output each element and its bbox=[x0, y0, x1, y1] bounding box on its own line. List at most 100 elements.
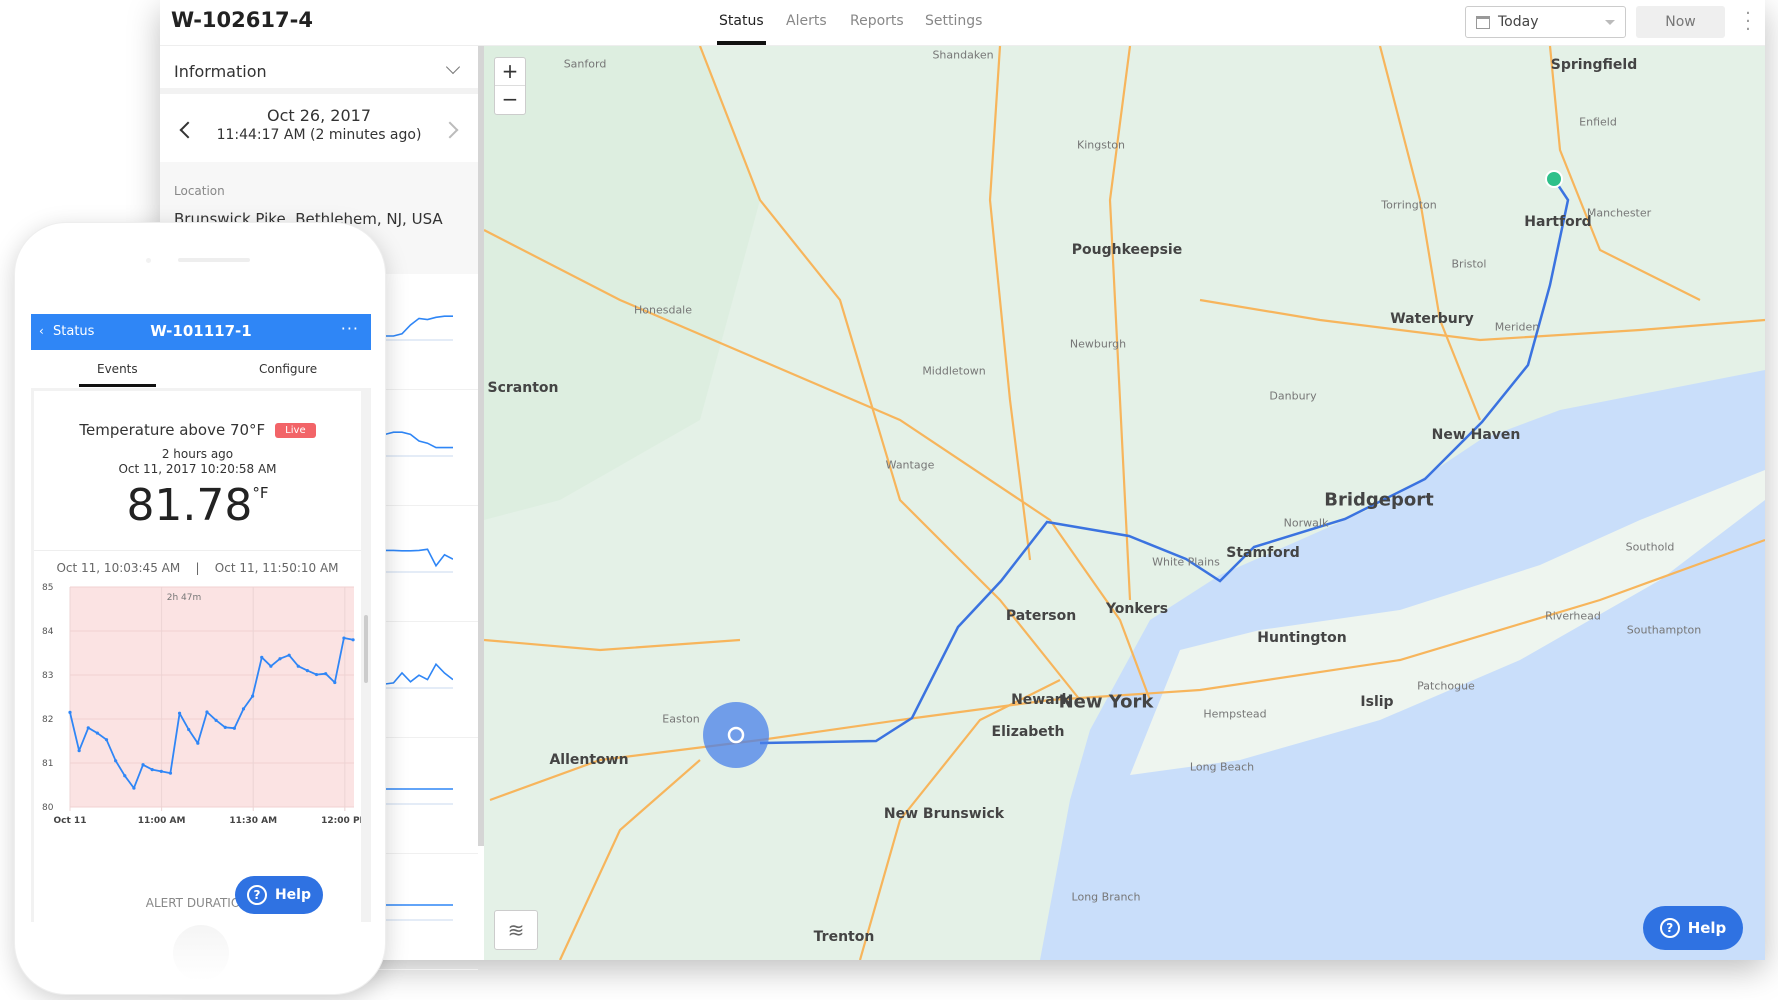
alert-duration-label: ALERT DURATION bbox=[145, 896, 250, 910]
city-label: Riverhead bbox=[1545, 609, 1601, 623]
map-help-button[interactable]: ? Help bbox=[1643, 906, 1743, 950]
data-point bbox=[287, 653, 291, 657]
section-title: Information bbox=[174, 62, 267, 81]
data-point bbox=[223, 725, 227, 729]
phone-mockup: ‹ Status W-101117-1 ··· Events Configure… bbox=[14, 222, 386, 995]
live-badge: Live bbox=[275, 423, 316, 438]
tab-alerts[interactable]: Alerts bbox=[786, 13, 827, 29]
city-label: Newburgh bbox=[1069, 337, 1127, 351]
tab-configure[interactable]: Configure bbox=[259, 362, 317, 376]
city-label: New York bbox=[1058, 691, 1154, 713]
sparkline-series bbox=[385, 662, 453, 685]
alert-shaded-region bbox=[70, 587, 354, 807]
forest-area bbox=[484, 46, 760, 520]
layers-button[interactable]: ≋ bbox=[494, 910, 538, 950]
phone-tabs: Events Configure bbox=[31, 350, 371, 388]
phone-device-title: W-101117-1 bbox=[150, 322, 252, 340]
data-point bbox=[86, 726, 90, 730]
temperature-value: 81.78 bbox=[126, 480, 253, 531]
y-tick-label: 83 bbox=[42, 671, 53, 681]
city-label: Springfield bbox=[1550, 57, 1638, 73]
current-date: Oct 26, 2017 bbox=[267, 106, 371, 125]
data-point bbox=[95, 731, 99, 735]
date-range-dropdown[interactable]: Today bbox=[1465, 6, 1626, 38]
tab-settings[interactable]: Settings bbox=[925, 13, 982, 29]
data-point bbox=[150, 768, 154, 772]
city-label: Easton bbox=[662, 712, 700, 726]
device-title: W-102617-4 bbox=[171, 8, 313, 32]
more-options-icon[interactable]: · · · bbox=[1743, 5, 1753, 39]
x-tick-label: 12:00 PM bbox=[321, 816, 361, 826]
start-location-marker bbox=[1545, 170, 1563, 188]
sparkline-series bbox=[385, 548, 453, 568]
range-end: Oct 11, 11:50:10 AM bbox=[214, 561, 339, 575]
city-label: Southold bbox=[1625, 540, 1675, 554]
help-label: Help bbox=[274, 887, 312, 903]
data-point bbox=[123, 774, 127, 778]
zoom-out-button[interactable]: − bbox=[495, 86, 525, 114]
temperature-unit: °F bbox=[252, 484, 269, 502]
x-tick-label: Oct 11 bbox=[54, 816, 87, 826]
zoom-control: + − bbox=[494, 57, 526, 115]
data-point bbox=[168, 771, 173, 775]
sparkline bbox=[385, 904, 453, 921]
tab-reports[interactable]: Reports bbox=[850, 13, 904, 29]
city-label: Wantage bbox=[885, 458, 935, 472]
current-time: 11:44:17 AM (2 minutes ago) bbox=[216, 127, 422, 143]
city-label: New Brunswick bbox=[883, 806, 1005, 822]
city-label: Islip bbox=[1360, 694, 1394, 710]
data-point bbox=[205, 710, 209, 714]
road bbox=[484, 638, 741, 652]
city-label: Middletown bbox=[922, 364, 986, 378]
date-navigator: Oct 26, 2017 11:44:17 AM (2 minutes ago) bbox=[160, 94, 478, 162]
map-canvas bbox=[484, 46, 1765, 960]
home-button[interactable] bbox=[173, 925, 229, 981]
phone-speaker bbox=[178, 258, 250, 262]
information-section-toggle[interactable]: Information bbox=[160, 46, 478, 94]
phone-scrollbar[interactable] bbox=[364, 615, 368, 683]
question-icon: ? bbox=[246, 885, 267, 905]
city-label: Sanford bbox=[563, 57, 607, 71]
data-point bbox=[114, 759, 118, 763]
city-label: White Plains bbox=[1152, 555, 1220, 569]
now-button[interactable]: Now bbox=[1636, 6, 1725, 38]
city-label: Patchogue bbox=[1417, 679, 1475, 693]
city-label: Poughkeepsie bbox=[1071, 242, 1183, 258]
tab-status[interactable]: Status bbox=[717, 13, 766, 45]
sparkline bbox=[385, 662, 453, 689]
zoom-in-button[interactable]: + bbox=[495, 58, 525, 86]
sparkline bbox=[385, 431, 453, 457]
city-label: Kingston bbox=[1077, 138, 1125, 152]
data-point bbox=[260, 655, 264, 659]
question-icon: ? bbox=[1659, 918, 1680, 938]
data-point bbox=[333, 680, 337, 685]
chevron-down-icon bbox=[445, 59, 461, 75]
phone-help-button[interactable]: ? Help bbox=[235, 876, 323, 914]
date-range-value: Today bbox=[1498, 14, 1539, 30]
map[interactable]: Springfield Hartford Poughkeepsie Waterbury… bbox=[484, 46, 1765, 960]
alert-summary: Temperature above 70°F Live 2 hours ago O… bbox=[34, 391, 361, 551]
city-label: Danbury bbox=[1269, 389, 1317, 403]
data-point bbox=[324, 672, 328, 676]
more-icon[interactable]: ··· bbox=[341, 319, 359, 338]
alert-timestamp: Oct 11, 2017 10:20:58 AM bbox=[118, 462, 277, 476]
city-label: Long Branch bbox=[1071, 890, 1141, 904]
data-point bbox=[305, 669, 310, 673]
data-point bbox=[269, 664, 273, 668]
sparkline bbox=[385, 315, 453, 341]
top-bar: W-102617-4 Status Alerts Reports Setting… bbox=[160, 0, 1765, 46]
help-label: Help bbox=[1687, 919, 1727, 937]
city-label: Allentown bbox=[549, 752, 629, 768]
tab-events[interactable]: Events bbox=[79, 362, 156, 387]
city-label: Hempstead bbox=[1203, 707, 1267, 721]
sparkline-series bbox=[385, 315, 453, 337]
city-label: Huntington bbox=[1257, 630, 1347, 646]
city-label: Trenton bbox=[813, 929, 875, 945]
y-tick-label: 82 bbox=[42, 715, 53, 725]
city-label: Southampton bbox=[1626, 623, 1702, 637]
city-label: Norwalk bbox=[1283, 516, 1329, 530]
road bbox=[1548, 46, 1701, 301]
sparkline bbox=[385, 788, 453, 805]
current-location-halo bbox=[703, 702, 769, 768]
desktop-window: W-102617-4 Status Alerts Reports Setting… bbox=[160, 0, 1765, 970]
